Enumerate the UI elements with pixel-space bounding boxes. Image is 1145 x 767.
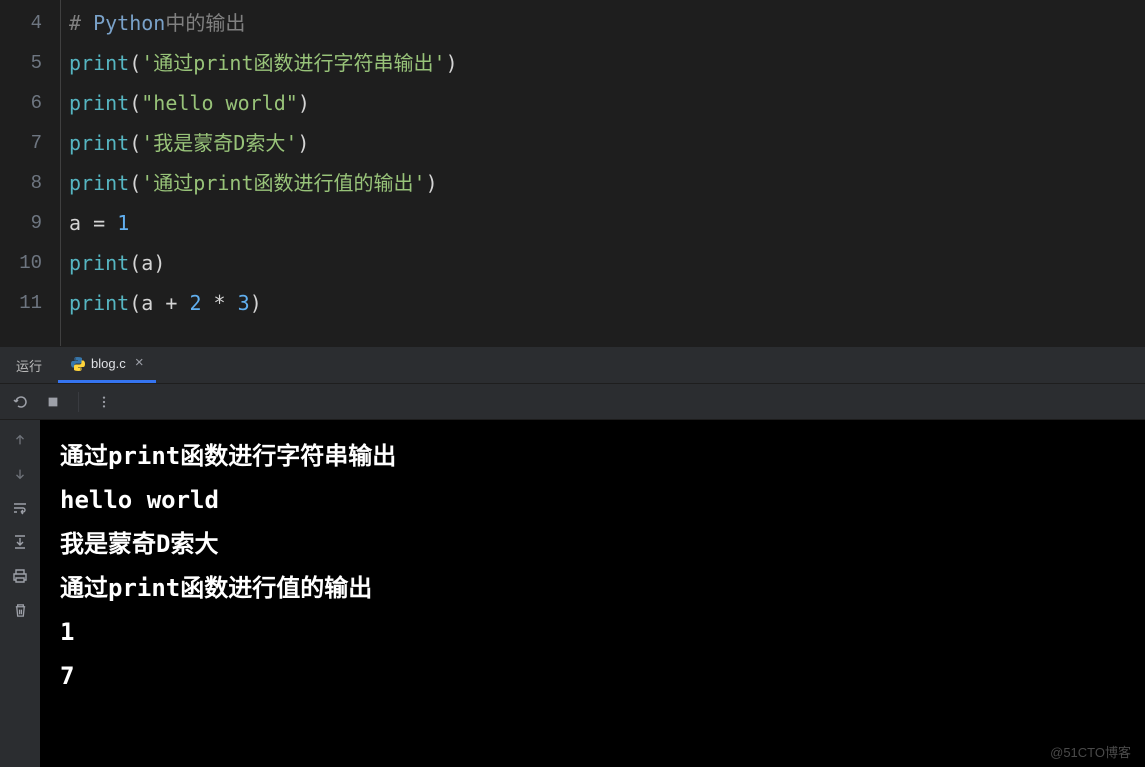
stop-icon[interactable]	[44, 393, 62, 411]
run-tab[interactable]: blog.c ×	[58, 347, 156, 383]
output-line: 我是蒙奇D索大	[60, 522, 1125, 566]
toolbar-separator	[78, 392, 79, 412]
line-number-gutter: 4 5 6 7 8 9 10 11	[0, 0, 60, 346]
rerun-icon[interactable]	[12, 393, 30, 411]
code-line[interactable]: print(a + 2 * 3)	[69, 283, 1145, 323]
output-line: 通过print函数进行值的输出	[60, 566, 1125, 610]
code-line[interactable]: # Python中的输出	[69, 3, 1145, 43]
code-line[interactable]: print(a)	[69, 243, 1145, 283]
code-content[interactable]: # Python中的输出 print('通过print函数进行字符串输出') p…	[60, 0, 1145, 346]
output-panel: 通过print函数进行字符串输出 hello world 我是蒙奇D索大 通过p…	[0, 420, 1145, 767]
python-icon	[70, 356, 86, 372]
line-number: 8	[0, 163, 42, 203]
code-line[interactable]: print('通过print函数进行字符串输出')	[69, 43, 1145, 83]
run-panel-label: 运行	[0, 356, 58, 375]
watermark: @51CTO博客	[1050, 742, 1131, 761]
down-arrow-icon[interactable]	[10, 464, 30, 484]
line-number: 6	[0, 83, 42, 123]
run-panel-header: 运行 blog.c ×	[0, 346, 1145, 384]
more-icon[interactable]	[95, 393, 113, 411]
soft-wrap-icon[interactable]	[10, 498, 30, 518]
code-line[interactable]: a = 1	[69, 203, 1145, 243]
line-number: 9	[0, 203, 42, 243]
output-line: hello world	[60, 478, 1125, 522]
print-icon[interactable]	[10, 566, 30, 586]
up-arrow-icon[interactable]	[10, 430, 30, 450]
run-tab-name: blog.c	[91, 356, 126, 371]
output-sidebar	[0, 420, 40, 767]
line-number: 11	[0, 283, 42, 323]
scroll-to-end-icon[interactable]	[10, 532, 30, 552]
output-content[interactable]: 通过print函数进行字符串输出 hello world 我是蒙奇D索大 通过p…	[40, 420, 1145, 767]
trash-icon[interactable]	[10, 600, 30, 620]
output-line: 7	[60, 654, 1125, 698]
line-number: 10	[0, 243, 42, 283]
line-number: 4	[0, 3, 42, 43]
code-editor[interactable]: 4 5 6 7 8 9 10 11 # Python中的输出 print('通过…	[0, 0, 1145, 346]
code-line[interactable]: print('通过print函数进行值的输出')	[69, 163, 1145, 203]
output-line: 1	[60, 610, 1125, 654]
output-line: 通过print函数进行字符串输出	[60, 434, 1125, 478]
code-line[interactable]: print('我是蒙奇D索大')	[69, 123, 1145, 163]
close-icon[interactable]: ×	[135, 355, 144, 372]
line-number: 7	[0, 123, 42, 163]
line-number: 5	[0, 43, 42, 83]
code-line[interactable]: print("hello world")	[69, 83, 1145, 123]
run-toolbar	[0, 384, 1145, 420]
